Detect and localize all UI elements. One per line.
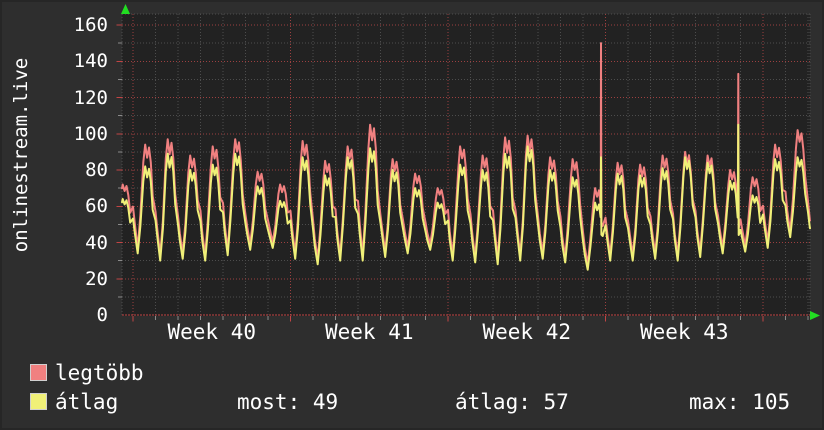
y-axis-arrow-up-icon <box>121 4 130 14</box>
x-axis-arrow-right-icon <box>810 311 820 320</box>
y-axis-label: 100 <box>30 122 108 146</box>
y-axis-title: onlinestream.live <box>10 58 32 252</box>
x-axis-label: Week 43 <box>614 320 754 344</box>
x-axis-label: Week 40 <box>142 320 282 344</box>
y-axis-label: 80 <box>30 158 108 182</box>
stat-atlag: átlag: 57 <box>455 391 569 413</box>
legend-swatch-legtobb <box>30 364 47 381</box>
x-axis-label: Week 41 <box>299 320 439 344</box>
rrd-graph: onlinestream.live 020406080100120140160 … <box>0 0 824 430</box>
y-axis-label: 40 <box>30 231 108 255</box>
legend-label-legtobb: legtöbb <box>55 362 144 384</box>
y-axis-label: 120 <box>30 86 108 110</box>
y-axis-label: 140 <box>30 49 108 73</box>
legend-swatch-atlag <box>30 393 47 410</box>
x-axis-label: Week 42 <box>457 320 597 344</box>
stat-most: most: 49 <box>237 391 338 413</box>
y-axis-label: 160 <box>30 13 108 37</box>
legend-label-atlag: átlag <box>55 391 118 413</box>
y-axis-label: 20 <box>30 267 108 291</box>
stat-max: max: 105 <box>689 391 790 413</box>
y-axis-label: 60 <box>30 194 108 218</box>
y-axis-label: 0 <box>30 303 108 327</box>
